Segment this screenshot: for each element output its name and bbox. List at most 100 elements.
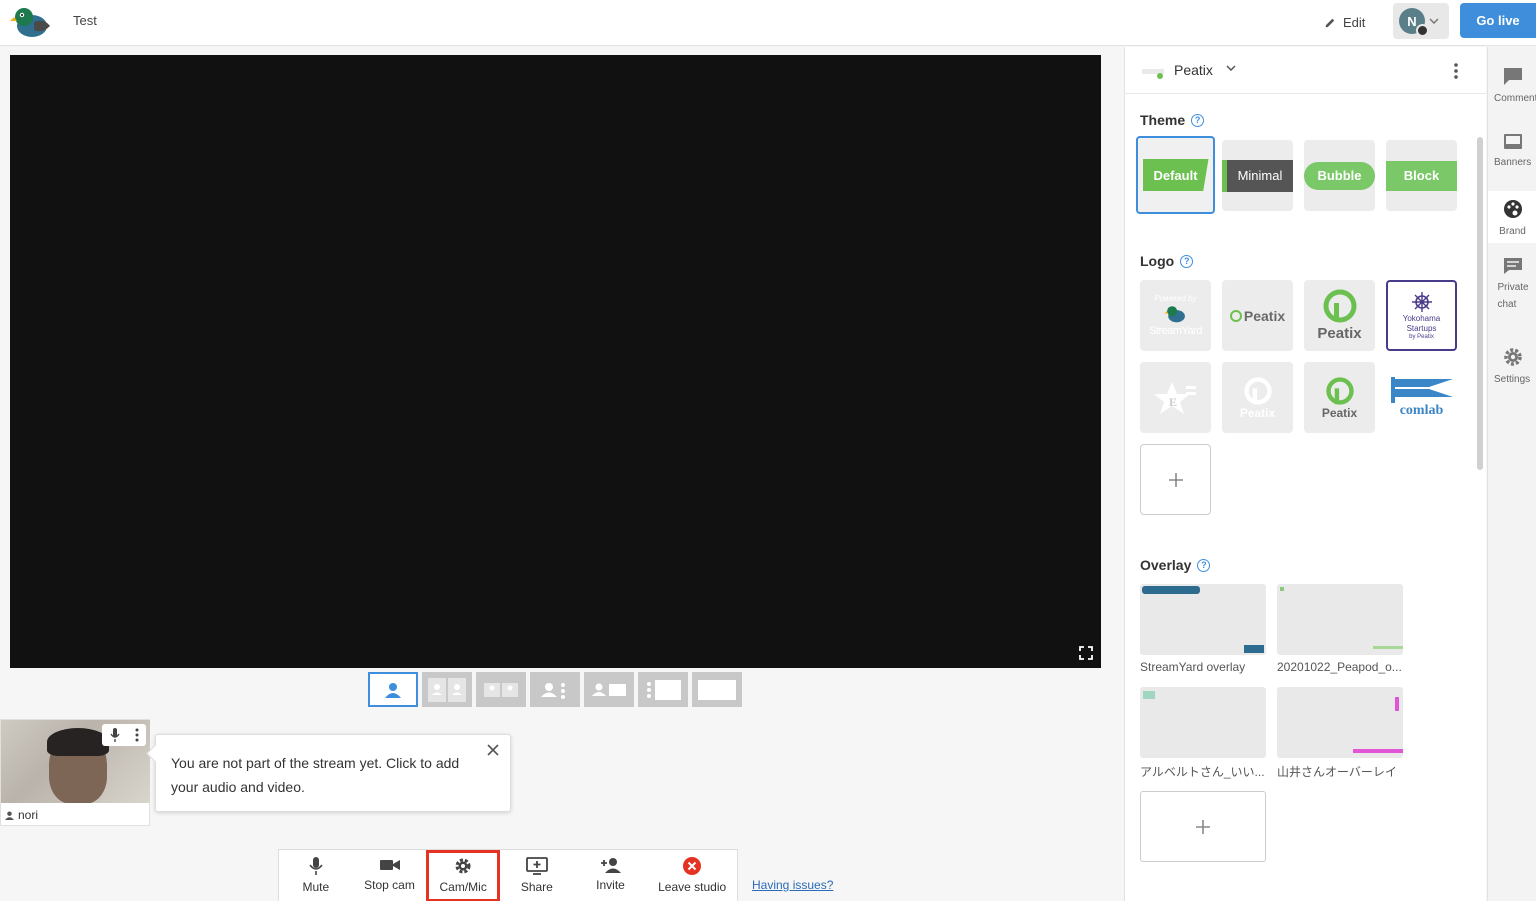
studio-title: Test (73, 13, 97, 28)
microphone-icon[interactable] (109, 728, 120, 742)
tab-settings[interactable]: Settings (1488, 347, 1536, 388)
close-icon[interactable] (486, 743, 500, 757)
ship-wheel-icon (1411, 292, 1432, 312)
not-in-stream-tooltip: You are not part of the stream yet. Clic… (155, 734, 511, 812)
gear-icon (1503, 348, 1522, 366)
cam-mic-label: Cam/Mic (439, 880, 487, 894)
peatix-p-icon (1323, 289, 1356, 323)
overlay-mark (1395, 697, 1399, 711)
chat-icon (1503, 258, 1522, 274)
layout-two-split[interactable] (422, 672, 472, 707)
layout-sidebar-screen[interactable] (638, 672, 688, 707)
comment-icon (1503, 68, 1522, 85)
mute-button[interactable]: Mute (279, 850, 353, 901)
theme-default-card[interactable]: Default (1136, 136, 1215, 214)
share-screen-button[interactable]: Share (500, 850, 574, 901)
overlay-label-1: StreamYard overlay (1140, 660, 1246, 674)
tab-brand-label: Brand (1499, 226, 1526, 237)
invite-label: Invite (596, 878, 625, 892)
avatar: N (1399, 8, 1429, 37)
chevron-down-icon (1429, 18, 1439, 24)
layout-group[interactable] (530, 672, 580, 707)
logo-first-shun-card[interactable]: E (1140, 362, 1211, 433)
overlay-thumbnail-4[interactable] (1277, 687, 1403, 758)
overlay-thumbnail-3[interactable] (1140, 687, 1266, 758)
overlay-mark (1373, 646, 1403, 649)
logo-title: Logo (1140, 253, 1175, 269)
banner-icon (1503, 134, 1522, 149)
person-screen-icon (592, 683, 626, 696)
layout-solo[interactable] (368, 672, 418, 707)
avatar-initial: N (1407, 13, 1417, 29)
theme-section-title: Theme ? (1140, 112, 1205, 128)
microphone-icon (309, 857, 323, 875)
overlay-label-2: 20201022_Peapod_o... (1277, 660, 1402, 674)
startups-text: Startups (1406, 324, 1437, 333)
share-label: Share (520, 880, 553, 894)
logo-streamyard-card[interactable]: Powered by StreamYard (1140, 280, 1211, 351)
brand-selector[interactable]: Peatix (1125, 47, 1487, 94)
leave-label: Leave studio (658, 880, 727, 894)
theme-bubble-card[interactable]: Bubble (1304, 140, 1375, 211)
streamyard-wordmark: StreamYard (1149, 325, 1202, 337)
yokohama-text: Yokohama (1402, 314, 1441, 323)
cam-mic-settings-button[interactable]: Cam/Mic (426, 850, 501, 901)
overlay-thumbnail-2[interactable] (1277, 584, 1403, 655)
peatix-mini-logo (1142, 69, 1164, 79)
brand-name: Peatix (1174, 62, 1213, 78)
stop-cam-button[interactable]: Stop cam (353, 850, 427, 901)
participant-name: nori (18, 808, 39, 822)
layout-two-boxed[interactable] (476, 672, 526, 707)
chevron-down-icon (1226, 65, 1236, 71)
help-icon[interactable]: ? (1197, 558, 1211, 572)
more-vertical-icon[interactable] (135, 728, 139, 742)
theme-bubble-label: Bubble (1304, 161, 1375, 190)
help-icon[interactable]: ? (1191, 113, 1205, 127)
mute-label: Mute (302, 880, 330, 894)
tab-private-chat-label: Private chat (1497, 282, 1529, 310)
logo-peatix-green-card[interactable]: Peatix (1304, 362, 1375, 433)
side-tabs: Comments Banners Brand Private chat Sett… (1487, 47, 1536, 901)
layout-person-screen[interactable] (584, 672, 634, 707)
logo-peatix-white-card[interactable]: Peatix (1222, 362, 1293, 433)
overlay-label-4: 山井さんオーバーレイ (1277, 765, 1397, 779)
tab-banners-label: Banners (1494, 157, 1532, 168)
more-vertical-icon[interactable] (1449, 61, 1463, 81)
peatix-p-icon (1325, 376, 1354, 405)
participant-tile[interactable]: nori (0, 719, 150, 826)
overlay-banner-mark (1142, 586, 1200, 594)
panel-scrollbar[interactable] (1477, 137, 1483, 470)
participant-name-row: nori (5, 808, 38, 822)
streamyard-duck-logo[interactable] (10, 4, 52, 40)
peatix-p-icon (1229, 309, 1242, 322)
logo-peatix-wordmark-card[interactable]: Peatix (1222, 280, 1293, 351)
tab-private-chat[interactable]: Private chat (1488, 257, 1536, 313)
logo-comlab-card[interactable]: comlab (1386, 362, 1457, 433)
fullscreen-icon[interactable] (1079, 646, 1093, 660)
palette-icon (1503, 200, 1522, 218)
tab-comments[interactable]: Comments (1488, 67, 1536, 107)
add-logo-button[interactable] (1140, 444, 1211, 515)
tab-banners[interactable]: Banners (1488, 133, 1536, 171)
pencil-icon (1325, 18, 1335, 27)
having-issues-link[interactable]: Having issues? (752, 878, 833, 892)
layout-fullscreen[interactable] (692, 672, 742, 707)
edit-button[interactable]: Edit (1324, 11, 1365, 33)
account-menu[interactable]: N (1393, 3, 1449, 39)
invite-button[interactable]: Invite (574, 850, 648, 901)
leave-studio-button[interactable]: Leave studio (647, 850, 737, 901)
by-peatix-text: by Peatix (1409, 334, 1434, 340)
top-bar: Test Edit N Go live (0, 0, 1536, 46)
tab-brand[interactable]: Brand (1488, 191, 1536, 243)
theme-minimal-card[interactable]: Minimal (1222, 140, 1293, 211)
logo-peatix-large-card[interactable]: Peatix (1304, 280, 1375, 351)
overlay-section-title: Overlay ? (1140, 557, 1211, 573)
comlab-wordmark: comlab (1399, 402, 1444, 418)
logo-yokohama-startups-card[interactable]: Yokohama Startups by Peatix (1386, 280, 1457, 351)
person-icon (385, 682, 401, 698)
add-overlay-button[interactable] (1140, 791, 1266, 862)
help-icon[interactable]: ? (1180, 254, 1194, 268)
theme-block-card[interactable]: Block (1386, 140, 1457, 211)
go-live-button[interactable]: Go live (1460, 3, 1536, 38)
overlay-thumbnail-1[interactable] (1140, 584, 1266, 655)
